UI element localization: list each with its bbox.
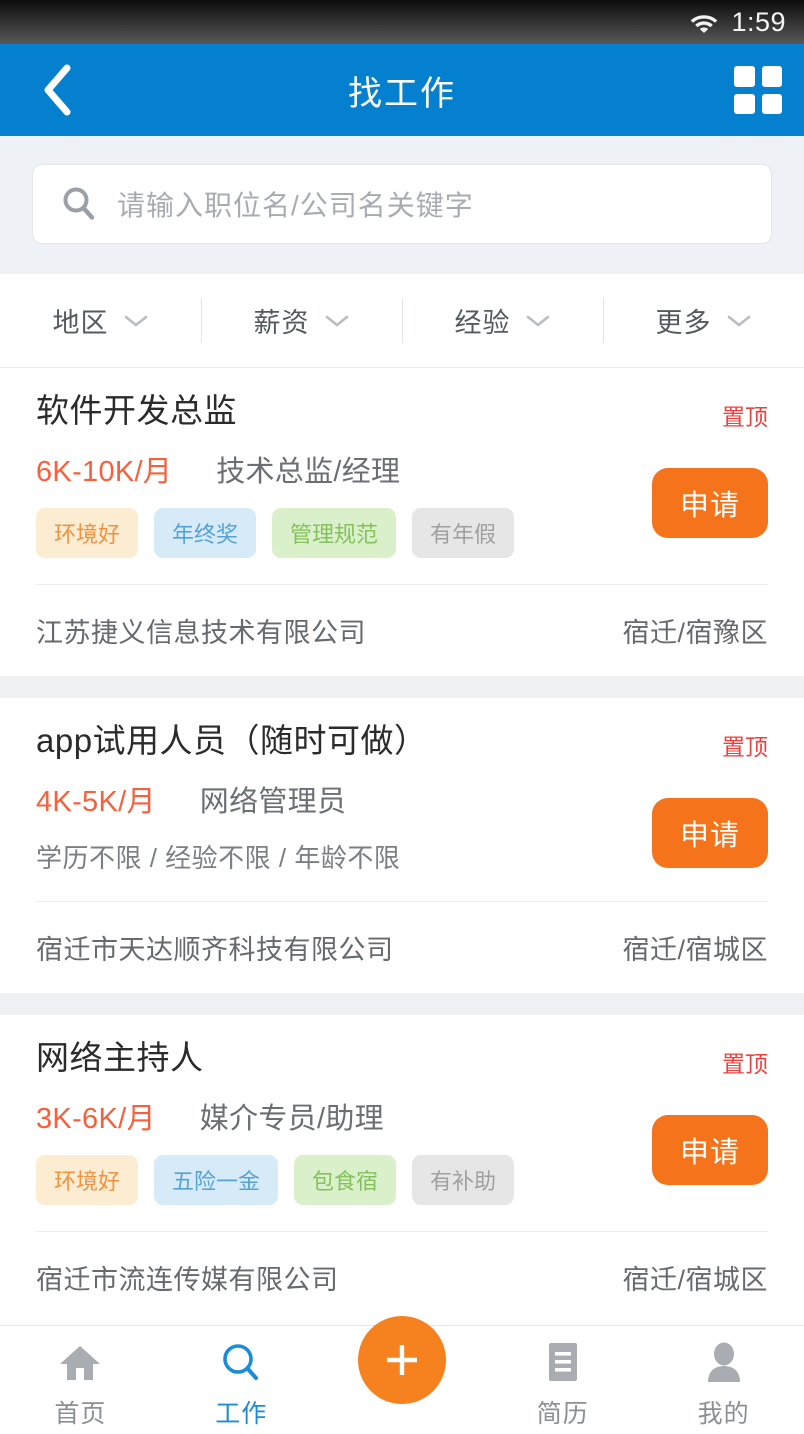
status-badge: 置顶: [722, 734, 768, 760]
chevron-down-icon: [123, 313, 149, 329]
job-salary: 4K-5K/月: [36, 786, 156, 818]
job-location: 宿迁/宿城区: [622, 935, 768, 965]
filter-salary[interactable]: 薪资: [201, 274, 402, 367]
nav-label: 首页: [54, 1400, 107, 1428]
filter-label: 地区: [52, 308, 109, 338]
apply-button[interactable]: 申请: [652, 798, 768, 868]
job-salary: 3K-6K/月: [36, 1103, 156, 1135]
company-name: 宿迁市流连传媒有限公司: [36, 1265, 339, 1295]
job-card-header: 网络主持人 置顶: [36, 1037, 768, 1079]
job-requirements: 学历不限 / 经验不限 / 年龄不限: [36, 843, 401, 873]
search-input[interactable]: 请输入职位名/公司名关键字: [32, 164, 772, 244]
nav-label: 简历: [536, 1400, 589, 1428]
nav-item-jobs[interactable]: 工作: [161, 1326, 322, 1430]
company-name: 江苏捷义信息技术有限公司: [36, 618, 366, 648]
filter-region[interactable]: 地区: [0, 274, 201, 367]
job-tag: 有补助: [412, 1155, 515, 1205]
nav-item-home[interactable]: 首页: [0, 1326, 161, 1430]
apply-button[interactable]: 申请: [652, 468, 768, 538]
nav-item-profile[interactable]: 我的: [643, 1326, 804, 1430]
list-separator: [0, 676, 804, 698]
filter-more[interactable]: 更多: [603, 274, 804, 367]
job-title: 网络主持人: [36, 1039, 204, 1076]
filter-experience[interactable]: 经验: [402, 274, 603, 367]
job-meta-row: 3K-6K/月 媒介专员/助理: [36, 1095, 598, 1137]
filter-label: 薪资: [253, 308, 310, 338]
status-badge: 置顶: [722, 1051, 768, 1077]
job-tag: 包食宿: [294, 1155, 397, 1205]
job-title: app试用人员（随时可做）: [36, 722, 428, 759]
job-card-body: 4K-5K/月 网络管理员 学历不限 / 经验不限 / 年龄不限 申请: [36, 762, 768, 875]
filter-bar: 地区 薪资 经验 更多: [0, 274, 804, 368]
job-meta-row: 4K-5K/月 网络管理员: [36, 778, 598, 820]
job-meta-row: 6K-10K/月 技术总监/经理: [36, 448, 598, 490]
job-salary: 6K-10K/月: [36, 456, 173, 488]
job-card-footer: 宿迁市流连传媒有限公司 宿迁/宿城区: [36, 1232, 768, 1323]
job-card-header: app试用人员（随时可做） 置顶: [36, 720, 768, 762]
job-tag: 五险一金: [154, 1155, 279, 1205]
apply-button[interactable]: 申请: [652, 1115, 768, 1185]
job-location: 宿迁/宿城区: [622, 1265, 768, 1295]
job-card[interactable]: 软件开发总监 置顶 6K-10K/月 技术总监/经理 环境好 年终奖 管理规范: [0, 368, 804, 676]
chevron-down-icon: [525, 313, 551, 329]
document-icon: [544, 1340, 582, 1386]
search-section: 请输入职位名/公司名关键字: [0, 136, 804, 274]
nav-label: 工作: [215, 1400, 268, 1428]
company-name: 宿迁市天达顺齐科技有限公司: [36, 935, 394, 965]
search-icon: [61, 186, 97, 222]
chevron-down-icon: [726, 313, 752, 329]
job-tag: 年终奖: [154, 508, 257, 558]
scroll-region[interactable]: 请输入职位名/公司名关键字 地区 薪资 经验 更多 软件开发总监 置顶 6K-1…: [0, 0, 804, 1325]
job-list: 软件开发总监 置顶 6K-10K/月 技术总监/经理 环境好 年终奖 管理规范: [0, 368, 804, 1323]
chevron-down-icon: [324, 313, 350, 329]
search-icon: [219, 1340, 263, 1386]
job-category: 网络管理员: [199, 786, 347, 818]
filter-label: 经验: [454, 308, 511, 338]
job-tag: 管理规范: [272, 508, 397, 558]
status-badge: 置顶: [722, 404, 768, 430]
job-tag: 环境好: [36, 508, 139, 558]
job-tags: 环境好 五险一金 包食宿 有补助: [36, 1155, 598, 1205]
nav-item-resume[interactable]: 简历: [482, 1326, 643, 1430]
job-tag: 有年假: [412, 508, 515, 558]
filter-label: 更多: [655, 308, 712, 338]
app-screen: 1:59 找工作 请输入职位名/公司名关键字 地区 薪资 经验 更多 软件开发总…: [0, 0, 804, 1434]
person-icon: [704, 1340, 744, 1386]
nav-label: 我的: [697, 1400, 750, 1428]
job-tag: 环境好: [36, 1155, 139, 1205]
job-tags: 环境好 年终奖 管理规范 有年假: [36, 508, 598, 558]
job-card[interactable]: app试用人员（随时可做） 置顶 4K-5K/月 网络管理员 学历不限 / 经验…: [0, 698, 804, 993]
job-card-body: 6K-10K/月 技术总监/经理 环境好 年终奖 管理规范 有年假 申请: [36, 432, 768, 558]
list-separator: [0, 993, 804, 1015]
job-card-footer: 江苏捷义信息技术有限公司 宿迁/宿豫区: [36, 585, 768, 676]
job-card[interactable]: 网络主持人 置顶 3K-6K/月 媒介专员/助理 环境好 五险一金 包食宿 有补…: [0, 1015, 804, 1323]
job-title: 软件开发总监: [36, 392, 237, 429]
job-card-body: 3K-6K/月 媒介专员/助理 环境好 五险一金 包食宿 有补助 申请: [36, 1079, 768, 1205]
job-card-header: 软件开发总监 置顶: [36, 390, 768, 432]
home-icon: [57, 1340, 103, 1386]
search-placeholder: 请输入职位名/公司名关键字: [117, 190, 474, 221]
job-category: 媒介专员/助理: [199, 1103, 384, 1135]
bottom-navigation: 首页 工作 简历 我的: [0, 1316, 804, 1434]
job-location: 宿迁/宿豫区: [622, 618, 768, 648]
plus-icon: [379, 1337, 425, 1383]
add-button[interactable]: [358, 1316, 446, 1404]
job-category: 技术总监/经理: [216, 456, 401, 488]
job-card-footer: 宿迁市天达顺齐科技有限公司 宿迁/宿城区: [36, 902, 768, 993]
